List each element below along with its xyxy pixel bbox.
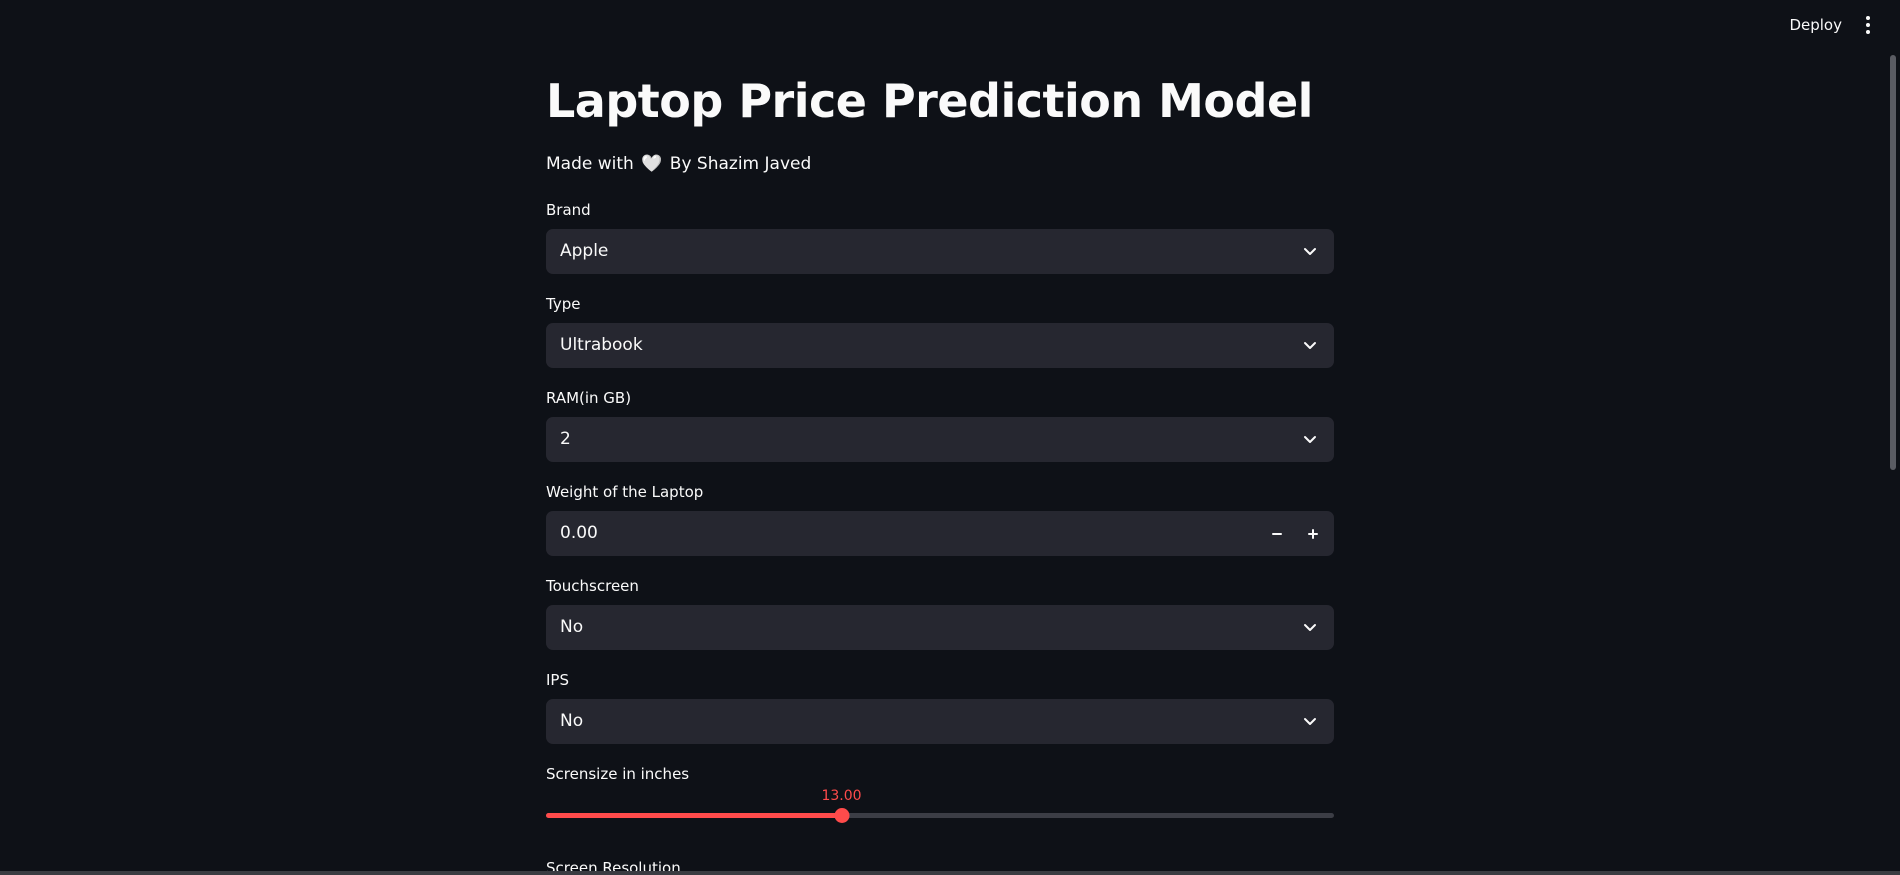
type-label: Type (546, 295, 581, 313)
chevron-down-icon (1304, 342, 1316, 349)
screensize-slider[interactable] (546, 808, 1334, 823)
increment-button[interactable] (1297, 517, 1329, 550)
slider-value-label: 13.00 (821, 788, 862, 804)
deploy-button[interactable]: Deploy (1783, 12, 1848, 38)
app-root: Deploy Laptop Price Prediction Model Mad… (0, 0, 1900, 875)
decrement-button[interactable] (1261, 517, 1293, 550)
header: Deploy (0, 0, 1900, 50)
menu-dot (1866, 30, 1870, 34)
minus-icon (1272, 532, 1282, 535)
screensize-label: Scrensize in inches (546, 765, 690, 783)
weight-input-value: 0.00 (560, 523, 598, 543)
bottom-scrollbar (0, 871, 1900, 875)
ram-select-value: 2 (560, 429, 571, 449)
chevron-down-icon (1304, 436, 1316, 443)
menu-dot (1866, 23, 1870, 27)
byline: Made with 🤍 By Shazim Javed (546, 154, 811, 174)
vertical-scrollbar[interactable] (1890, 55, 1898, 870)
weight-label: Weight of the Laptop (546, 483, 704, 501)
chevron-down-icon (1304, 624, 1316, 631)
ips-label: IPS (546, 671, 569, 689)
page-title: Laptop Price Prediction Model (546, 74, 1313, 128)
chevron-down-icon (1304, 248, 1316, 255)
touchscreen-select[interactable]: No (546, 605, 1334, 650)
ips-select[interactable]: No (546, 699, 1334, 744)
scrollbar-thumb[interactable] (1890, 55, 1896, 470)
touchscreen-select-value: No (560, 617, 584, 637)
weight-number-input[interactable]: 0.00 (546, 511, 1334, 556)
type-select-value: Ultrabook (560, 335, 643, 355)
ram-label: RAM(in GB) (546, 389, 632, 407)
brand-select-value: Apple (560, 241, 609, 261)
heart-icon: 🤍 (641, 154, 663, 174)
byline-prefix: Made with (546, 154, 634, 174)
byline-author: By Shazim Javed (669, 154, 812, 174)
slider-fill (546, 813, 842, 818)
menu-dot (1866, 16, 1870, 20)
touchscreen-label: Touchscreen (546, 577, 639, 595)
ram-select[interactable]: 2 (546, 417, 1334, 462)
chevron-down-icon (1304, 718, 1316, 725)
slider-thumb[interactable] (834, 808, 849, 823)
brand-select[interactable]: Apple (546, 229, 1334, 274)
type-select[interactable]: Ultrabook (546, 323, 1334, 368)
brand-label: Brand (546, 201, 591, 219)
ips-select-value: No (560, 711, 584, 731)
plus-icon (1308, 528, 1318, 539)
more-vertical-icon[interactable] (1858, 12, 1878, 38)
